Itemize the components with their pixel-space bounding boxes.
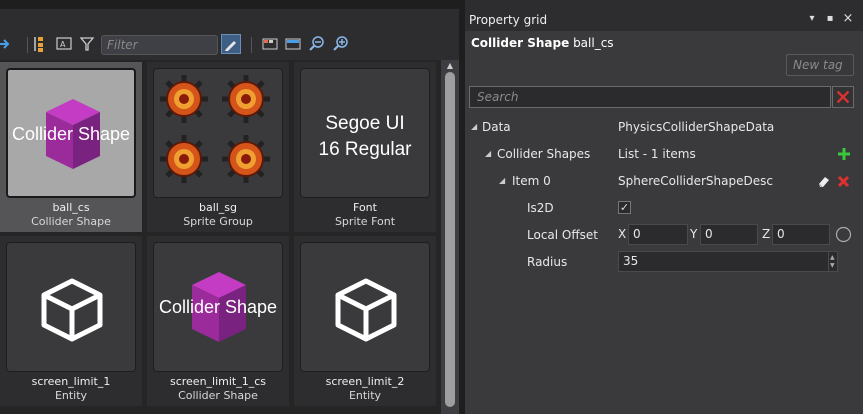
property-label: Radius	[527, 255, 568, 269]
object-kind: Collider Shape	[471, 36, 570, 50]
thumbnail-text: Collider Shape	[158, 297, 278, 317]
navigate-forward-icon[interactable]	[0, 35, 10, 53]
collapse-arrow-icon[interactable]: ◢	[485, 149, 491, 158]
offset-x-input[interactable]: 0	[628, 224, 688, 245]
offset-z-input[interactable]: 0	[772, 224, 830, 245]
collapse-arrow-icon[interactable]: ◢	[471, 122, 477, 131]
asset-name: Font	[353, 201, 377, 214]
asset-thumbnail: Collider Shape	[6, 68, 136, 198]
property-row-data: ◢ Data PhysicsColliderShapeData	[469, 116, 859, 140]
asset-type: Collider Shape	[178, 389, 258, 402]
asset-name: screen_limit_1	[31, 375, 111, 388]
entity-cube-icon	[41, 278, 103, 342]
asset-thumbnail: Segoe UI 16 Regular	[300, 68, 430, 198]
grid-view-icon[interactable]	[261, 35, 279, 53]
asset-tile-ball-sg[interactable]: ball_sg Sprite Group	[147, 62, 289, 232]
z-axis-label: Z	[762, 227, 771, 241]
property-row-item-0: ◢ Item 0 SphereColliderShapeDesc	[469, 170, 859, 194]
thumbnail-text-line2: 16 Regular	[318, 139, 412, 160]
spin-up-icon[interactable]: ▲	[830, 254, 835, 261]
scroll-up-arrow-icon[interactable]: ▲	[444, 61, 456, 71]
asset-name: ball_cs	[52, 201, 90, 214]
asset-tile-screen-limit-1[interactable]: screen_limit_1 Entity	[0, 236, 142, 406]
list-view-icon[interactable]	[284, 35, 302, 53]
asset-tile-ball-cs[interactable]: Collider Shape ball_cs Collider Shape	[0, 62, 142, 232]
svg-text:A: A	[60, 40, 66, 49]
property-label: Local Offset	[527, 228, 598, 242]
asset-name: screen_limit_1_cs	[169, 375, 267, 388]
thumbnail-text-line1: Segoe UI	[325, 113, 405, 134]
property-row-local-offset: Local Offset X 0 Y 0 Z 0	[469, 224, 859, 248]
pin-icon[interactable]: ▪	[824, 12, 836, 26]
sort-by-name-icon[interactable]: A	[55, 35, 73, 53]
property-value: PhysicsColliderShapeData	[618, 120, 775, 134]
offset-y-input[interactable]: 0	[700, 224, 758, 245]
property-label: Item 0	[512, 174, 551, 188]
pane-menu-icon[interactable]: ▾	[806, 12, 818, 26]
collapse-arrow-icon[interactable]: ◢	[499, 176, 505, 185]
property-grid-title: Property grid	[469, 13, 548, 27]
property-value: List - 1 items	[618, 147, 696, 161]
property-label: Data	[482, 120, 511, 134]
asset-thumbnail	[153, 68, 283, 198]
property-row-radius: Radius 35 ▲ ▼	[469, 251, 859, 275]
asset-thumbnail	[6, 242, 136, 372]
scrollbar-thumb[interactable]	[445, 72, 455, 407]
asset-view-top-strip	[0, 0, 459, 9]
clear-search-icon[interactable]	[832, 86, 854, 108]
zoom-in-icon[interactable]	[332, 35, 350, 53]
asset-view-toolbar: A Filter	[0, 31, 459, 59]
close-icon[interactable]: ×	[842, 12, 854, 26]
asset-tile-font[interactable]: Segoe UI 16 Regular Font Sprite Font	[294, 62, 436, 232]
is2d-checkbox[interactable]: ✓	[618, 201, 631, 214]
asset-type: Collider Shape	[31, 215, 111, 228]
property-label: Collider Shapes	[497, 147, 591, 161]
eraser-icon[interactable]	[817, 174, 831, 188]
property-label: Is2D	[527, 201, 554, 215]
radius-input[interactable]: 35	[618, 251, 838, 272]
property-row-is2d: Is2D ✓	[469, 197, 859, 221]
x-axis-label: X	[618, 227, 627, 241]
new-tag-input[interactable]: New tag	[786, 54, 854, 76]
asset-type: Sprite Group	[183, 215, 253, 228]
property-value: SphereColliderShapeDesc	[618, 174, 773, 188]
property-row-collider-shapes: ◢ Collider Shapes List - 1 items	[469, 143, 859, 167]
entity-cube-icon	[335, 278, 397, 342]
asset-name: screen_limit_2	[325, 375, 405, 388]
asset-view-tab-bar	[0, 9, 459, 31]
spin-down-icon[interactable]: ▼	[830, 262, 835, 269]
remove-item-icon[interactable]	[837, 175, 850, 188]
asset-type: Sprite Font	[334, 215, 396, 228]
zoom-out-icon[interactable]	[308, 35, 326, 53]
filter-input[interactable]: Filter	[101, 35, 218, 55]
asset-name: ball_sg	[198, 201, 238, 214]
asset-type: Entity	[348, 389, 382, 402]
asset-tile-screen-limit-1-cs[interactable]: Collider Shape screen_limit_1_cs Collide…	[147, 236, 289, 406]
asset-thumbnail: Collider Shape	[153, 242, 283, 372]
sort-by-type-icon[interactable]	[33, 35, 51, 53]
thumbnail-text: Collider Shape	[11, 124, 131, 144]
pencil-edit-icon[interactable]	[221, 34, 241, 54]
property-search-input[interactable]: Search	[469, 86, 831, 108]
toolbar-separator	[27, 37, 28, 53]
selected-object-header: Collider Shape ball_cs	[471, 36, 614, 50]
asset-thumbnail	[300, 242, 430, 372]
object-name: ball_cs	[573, 36, 614, 50]
asset-type: Entity	[54, 389, 88, 402]
toolbar-separator	[251, 37, 252, 53]
sprite-group-icon	[154, 69, 283, 198]
filter-funnel-icon[interactable]	[78, 35, 96, 53]
add-item-icon[interactable]	[837, 147, 851, 161]
asset-tile-screen-limit-2[interactable]: screen_limit_2 Entity	[294, 236, 436, 406]
asset-grid: Collider Shape ball_cs Collider Shape ba…	[0, 60, 441, 414]
y-axis-label: Y	[690, 227, 698, 241]
radius-spinner[interactable]: ▲ ▼	[828, 252, 838, 271]
reset-circle-icon[interactable]	[835, 226, 852, 243]
